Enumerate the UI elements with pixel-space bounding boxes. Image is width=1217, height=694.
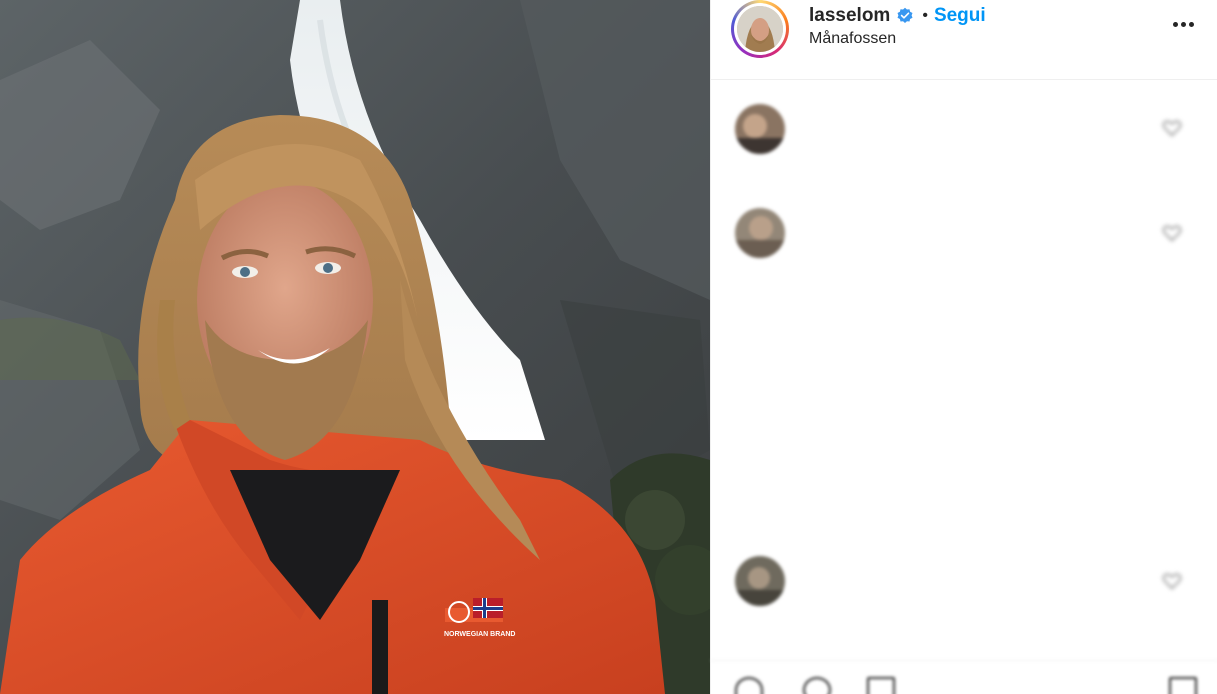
post-actions-bar	[711, 660, 1217, 694]
jacket-logo-text: NORWEGIAN BRAND	[444, 631, 515, 638]
post-header: lasselom • Segui Månafossen	[711, 0, 1217, 80]
more-options-icon[interactable]	[1168, 14, 1198, 34]
heart-icon[interactable]	[1161, 224, 1183, 242]
post-side-panel: lasselom • Segui Månafossen	[710, 0, 1217, 694]
separator-dot: •	[922, 7, 928, 24]
heart-icon[interactable]	[1161, 572, 1183, 590]
heart-icon[interactable]	[735, 677, 763, 694]
comment-avatar[interactable]	[735, 556, 785, 606]
post-photo[interactable]: NORWEGIAN BRAND	[0, 0, 710, 694]
post-location[interactable]: Månafossen	[809, 30, 896, 48]
avatar[interactable]	[731, 0, 789, 58]
comment-icon[interactable]	[803, 677, 831, 694]
follow-button[interactable]: Segui	[934, 5, 986, 27]
verified-badge-icon	[897, 7, 913, 24]
post-user-row: lasselom • Segui	[809, 4, 986, 28]
bookmark-icon[interactable]	[1169, 677, 1197, 694]
comments-list	[711, 80, 1217, 660]
comment-avatar[interactable]	[735, 104, 785, 154]
heart-icon[interactable]	[1161, 119, 1183, 137]
share-icon[interactable]	[867, 677, 895, 694]
post-image: NORWEGIAN BRAND	[0, 0, 710, 694]
comment-avatar[interactable]	[735, 208, 785, 258]
username[interactable]: lasselom	[809, 5, 890, 27]
